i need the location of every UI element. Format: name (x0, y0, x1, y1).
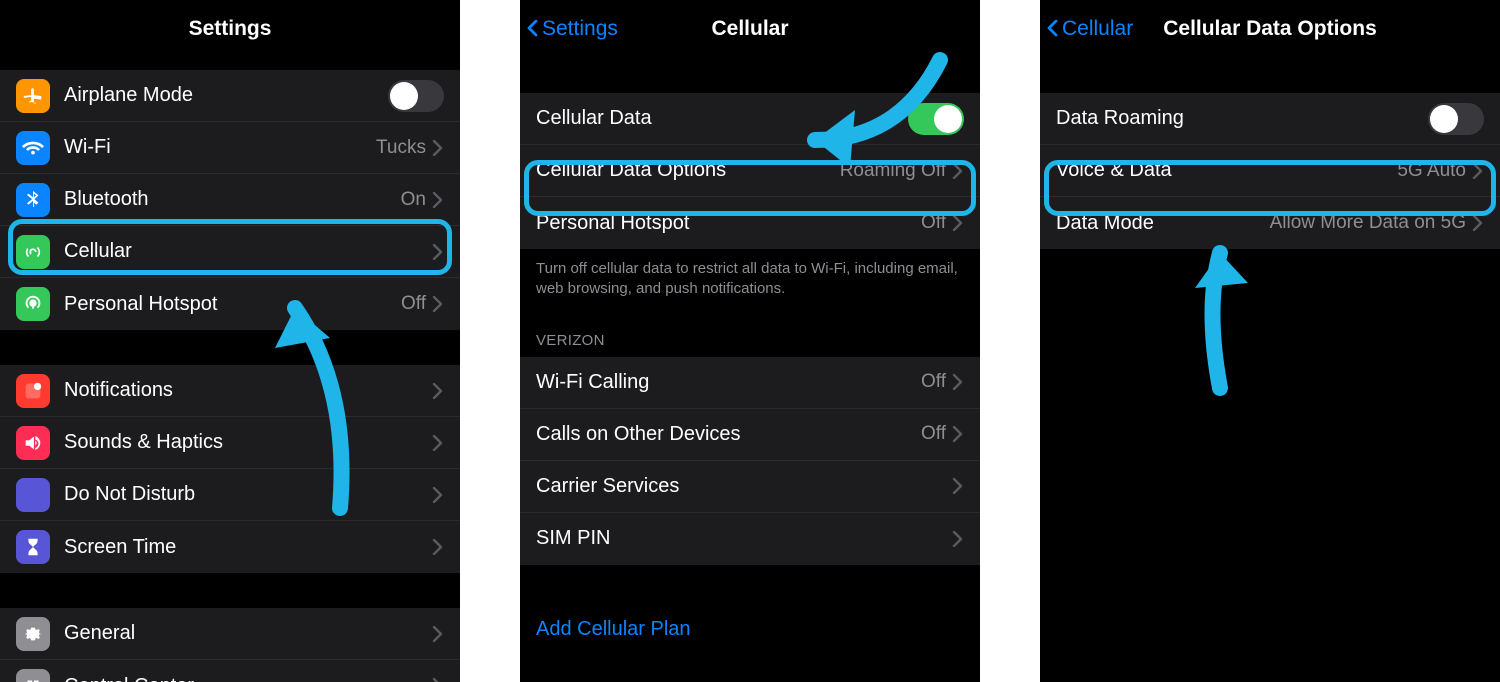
row-wifi[interactable]: Wi-Fi Tucks (0, 122, 460, 174)
airplane-icon (16, 79, 50, 113)
gear-icon (16, 617, 50, 651)
chevron-right-icon (432, 244, 444, 260)
row-value: Allow More Data on 5G (1270, 212, 1466, 234)
chevron-right-icon (432, 678, 444, 682)
row-screen-time[interactable]: Screen Time (0, 521, 460, 573)
page-title: Cellular Data Options (1163, 17, 1377, 41)
row-label: Calls on Other Devices (536, 423, 921, 446)
row-label: Personal Hotspot (536, 212, 921, 235)
screen-cdo: Cellular Cellular Data Options Data Roam… (1040, 0, 1500, 682)
row-label: Voice & Data (1056, 159, 1397, 182)
back-button[interactable]: Cellular (1046, 0, 1133, 57)
chevron-right-icon (1472, 215, 1484, 231)
row-control-center[interactable]: Control Center (0, 660, 460, 682)
row-value: On (401, 189, 426, 211)
row-personal-hotspot[interactable]: Personal Hotspot Off (0, 278, 460, 330)
row-general[interactable]: General (0, 608, 460, 660)
header: Cellular Cellular Data Options (1040, 0, 1500, 58)
row-value: Roaming Off (840, 160, 946, 182)
row-label: Data Roaming (1056, 107, 1428, 130)
row-label: Airplane Mode (64, 84, 388, 107)
chevron-right-icon (1472, 163, 1484, 179)
chevron-right-icon (952, 531, 964, 547)
row-label: Screen Time (64, 536, 432, 559)
chevron-right-icon (952, 426, 964, 442)
data-roaming-toggle[interactable] (1428, 103, 1484, 135)
hourglass-icon (16, 530, 50, 564)
row-cellular[interactable]: Cellular (0, 226, 460, 278)
back-label: Settings (542, 17, 618, 41)
row-data-roaming[interactable]: Data Roaming (1040, 93, 1500, 145)
chevron-right-icon (952, 163, 964, 179)
page-title: Cellular (711, 17, 788, 41)
back-button[interactable]: Settings (526, 0, 618, 57)
header: Settings Cellular (520, 0, 980, 58)
row-calls-other-devices[interactable]: Calls on Other Devices Off (520, 409, 980, 461)
sounds-icon (16, 426, 50, 460)
row-value: Off (921, 423, 946, 445)
chevron-right-icon (432, 140, 444, 156)
notifications-icon (16, 374, 50, 408)
back-label: Cellular (1062, 17, 1133, 41)
row-label: Personal Hotspot (64, 293, 401, 316)
control-center-icon (16, 669, 50, 682)
row-label: Cellular Data Options (536, 159, 840, 182)
moon-icon (16, 478, 50, 512)
row-label: Wi-Fi Calling (536, 371, 921, 394)
chevron-right-icon (952, 374, 964, 390)
chevron-right-icon (432, 435, 444, 451)
row-sounds[interactable]: Sounds & Haptics (0, 417, 460, 469)
row-value: Tucks (376, 137, 426, 159)
chevron-right-icon (432, 383, 444, 399)
row-bluetooth[interactable]: Bluetooth On (0, 174, 460, 226)
row-label: Do Not Disturb (64, 483, 432, 506)
row-label: Bluetooth (64, 188, 401, 211)
row-carrier-services[interactable]: Carrier Services (520, 461, 980, 513)
row-wifi-calling[interactable]: Wi-Fi Calling Off (520, 357, 980, 409)
row-label: General (64, 622, 432, 645)
chevron-right-icon (432, 192, 444, 208)
row-label: Notifications (64, 379, 432, 402)
row-personal-hotspot[interactable]: Personal Hotspot Off (520, 197, 980, 249)
row-label: Carrier Services (536, 475, 952, 498)
chevron-right-icon (432, 626, 444, 642)
row-value: Off (401, 293, 426, 315)
row-label: Data Mode (1056, 212, 1270, 235)
airplane-toggle[interactable] (388, 80, 444, 112)
screen-cellular: Settings Cellular Cellular Data Cellular… (520, 0, 980, 682)
row-data-mode[interactable]: Data Mode Allow More Data on 5G (1040, 197, 1500, 249)
row-value: 5G Auto (1397, 160, 1466, 182)
row-label: SIM PIN (536, 527, 952, 550)
page-title: Settings (189, 17, 272, 41)
row-airplane-mode[interactable]: Airplane Mode (0, 70, 460, 122)
row-sim-pin[interactable]: SIM PIN (520, 513, 980, 565)
row-label: Sounds & Haptics (64, 431, 432, 454)
cellular-data-toggle[interactable] (908, 103, 964, 135)
row-notifications[interactable]: Notifications (0, 365, 460, 417)
section-header: VERIZON (520, 310, 980, 357)
row-voice-data[interactable]: Voice & Data 5G Auto (1040, 145, 1500, 197)
row-label: Cellular (64, 240, 432, 263)
chevron-right-icon (952, 215, 964, 231)
row-label: Control Center (64, 675, 432, 682)
row-dnd[interactable]: Do Not Disturb (0, 469, 460, 521)
row-cellular-data[interactable]: Cellular Data (520, 93, 980, 145)
row-value: Off (921, 371, 946, 393)
row-label: Wi-Fi (64, 136, 376, 159)
row-cellular-data-options[interactable]: Cellular Data Options Roaming Off (520, 145, 980, 197)
row-value: Off (921, 212, 946, 234)
chevron-right-icon (432, 296, 444, 312)
wifi-icon (16, 131, 50, 165)
cellular-icon (16, 235, 50, 269)
chevron-right-icon (432, 539, 444, 555)
screen-settings: Settings Airplane Mode Wi-Fi Tucks Bluet… (0, 0, 460, 682)
bluetooth-icon (16, 183, 50, 217)
hint-text: Turn off cellular data to restrict all d… (520, 249, 980, 310)
chevron-right-icon (952, 478, 964, 494)
hotspot-icon (16, 287, 50, 321)
header: Settings (0, 0, 460, 58)
add-cellular-plan-link[interactable]: Add Cellular Plan (520, 600, 980, 659)
row-label: Cellular Data (536, 107, 908, 130)
chevron-right-icon (432, 487, 444, 503)
